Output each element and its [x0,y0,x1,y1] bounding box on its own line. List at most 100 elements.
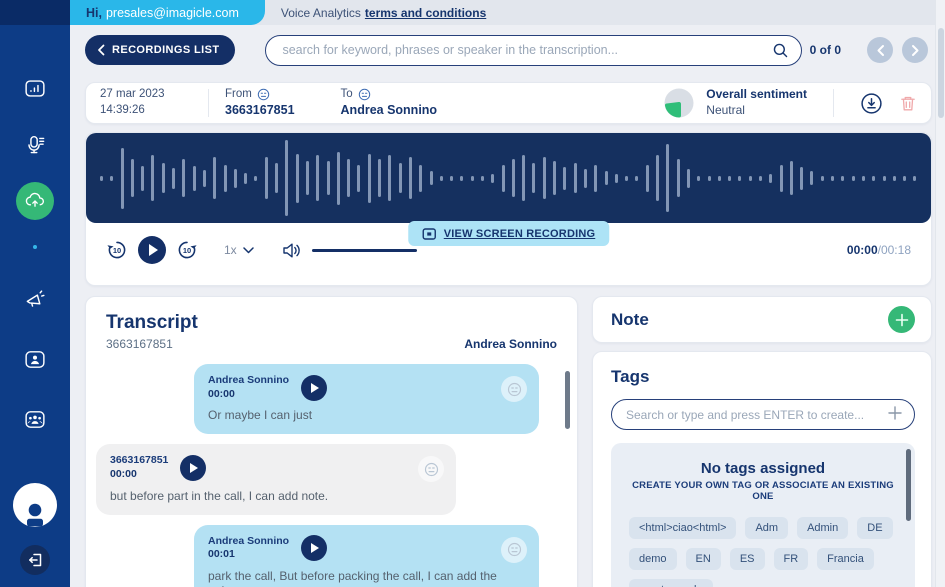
transcript-scrollbar[interactable] [565,371,570,429]
content: RECORDINGS LIST 0 of 0 [70,25,945,587]
tags-search-wrap [611,399,915,430]
sentiment-label: Overall sentiment [706,87,807,103]
from-number: 3663167851 [225,102,295,118]
transcription-search-input[interactable] [265,35,802,66]
plus-icon[interactable] [887,405,903,421]
message-play-button[interactable] [301,375,327,401]
view-screen-recording-button[interactable]: VIEW SCREEN RECORDING [408,221,610,246]
users-group-icon [24,408,47,431]
to-name: Andrea Sonnino [341,102,438,118]
tag-chip[interactable]: Francia [817,548,874,570]
play-button[interactable] [138,236,166,264]
transcript-message[interactable]: Andrea Sonnino 00:00 Or maybe I can just [194,364,539,434]
tag-chip[interactable]: great sample [629,579,713,587]
sidebar-item-team[interactable] [24,408,47,431]
sentiment-value: Neutral [706,103,807,119]
play-icon [149,244,158,256]
right-column: Note Tags [592,296,932,587]
tag-chips: <html>ciao<html> Adm Admin DE demo EN ES FR Fran… [629,517,897,587]
sidebar-item-analytics[interactable] [24,77,47,100]
divider [208,89,209,117]
speaker-icon[interactable] [282,242,302,259]
sidebar-notification-dot [33,245,37,249]
message-play-button[interactable] [301,535,327,561]
tag-chip[interactable]: FR [774,548,809,570]
tags-panel: No tags assigned CREATE YOUR OWN TAG OR … [611,443,915,587]
tag-chip[interactable]: Adm [745,517,788,539]
trash-icon [899,94,917,113]
sidebar-user-avatar[interactable] [12,482,58,528]
greeting-prefix: Hi, [86,6,102,20]
sidebar-item-recordings[interactable] [24,134,47,157]
tag-chip[interactable]: <html>ciao<html> [629,517,736,539]
sentiment-gauge-icon [662,86,696,120]
neutral-face-icon [507,382,522,397]
note-card: Note [592,296,932,343]
tag-chip[interactable]: EN [686,548,721,570]
message-time: 00:00 [110,468,168,482]
active-item-circle [16,182,54,220]
playback-time: 00:00/00:18 [847,243,911,257]
play-icon [311,543,319,553]
neutral-face-icon [257,88,270,101]
add-note-button[interactable] [888,306,915,333]
delete-recording-button[interactable] [899,94,917,113]
pagination-controls [867,37,928,63]
sidebar-item-announcements[interactable] [24,287,47,310]
call-info-card: 27 mar 2023 14:39:26 From 3663167851 [85,82,932,124]
sidebar-item-logout[interactable] [20,545,50,575]
tag-chip[interactable]: Admin [797,517,848,539]
recordings-list-button[interactable]: RECORDINGS LIST [85,35,235,65]
tags-scrollbar[interactable] [906,449,911,521]
transcript-header: Transcript 3663167851 Andrea Sonnino [86,312,577,351]
download-recording-button[interactable] [860,92,883,115]
sidebar-item-contact[interactable] [24,348,47,371]
volume-control [282,242,417,259]
message-play-button[interactable] [180,455,206,481]
transcript-message[interactable]: 3663167851 00:00 but before part in the … [96,444,456,514]
next-recording-button[interactable] [902,37,928,63]
bottom-grid: Transcript 3663167851 Andrea Sonnino And… [85,296,932,587]
transcript-message[interactable]: Andrea Sonnino 00:01 park the call, But … [194,525,539,587]
volume-slider[interactable] [312,249,417,252]
download-icon [860,92,883,115]
tags-search-input[interactable] [611,399,915,430]
tag-chip[interactable]: DE [857,517,892,539]
forward-10-button[interactable]: 10 [176,239,198,261]
no-tags-title: No tags assigned [629,460,897,477]
play-icon [311,383,319,393]
main-area: Hi, presales@imagicle.com Voice Analytic… [70,0,945,587]
sidebar-item-upload-active[interactable] [16,182,54,220]
chevron-left-icon [97,44,105,56]
waveform[interactable] [86,133,931,223]
tag-chip[interactable]: demo [629,548,677,570]
search-icon[interactable] [772,42,789,59]
divider [833,89,834,117]
sidebar-top-strip [0,0,70,25]
megaphone-icon [24,287,47,310]
cloud-upload-icon [24,190,46,212]
transcript-right-speaker: Andrea Sonnino [464,337,557,351]
transcript-messages: Andrea Sonnino 00:00 Or maybe I can just… [86,362,577,587]
transcript-left-speaker: 3663167851 [106,337,173,351]
result-count: 0 of 0 [810,43,841,57]
page-scrollbar[interactable] [935,0,945,587]
terms-link[interactable]: terms and conditions [365,6,486,20]
message-sentiment-button[interactable] [501,376,527,402]
voice-analytics-app: Hi, presales@imagicle.com Voice Analytic… [0,0,945,587]
playback-speed-dropdown[interactable]: 1x [224,243,254,257]
app-name: Voice Analytics [281,6,361,20]
current-time: 00:00 [847,243,878,257]
transcript-title: Transcript [106,312,557,334]
microphone-icon [24,134,47,157]
previous-recording-button[interactable] [867,37,893,63]
note-title: Note [611,310,649,330]
user-greeting-pill[interactable]: Hi, presales@imagicle.com [70,0,265,25]
rewind-10-button[interactable]: 10 [106,239,128,261]
page-scrollbar-thumb[interactable] [938,28,944,118]
plus-icon [895,313,909,327]
tag-chip[interactable]: ES [730,548,765,570]
message-sentiment-button[interactable] [501,537,527,563]
back-button-label: RECORDINGS LIST [112,44,219,56]
view-screen-recording-label: VIEW SCREEN RECORDING [444,228,596,240]
